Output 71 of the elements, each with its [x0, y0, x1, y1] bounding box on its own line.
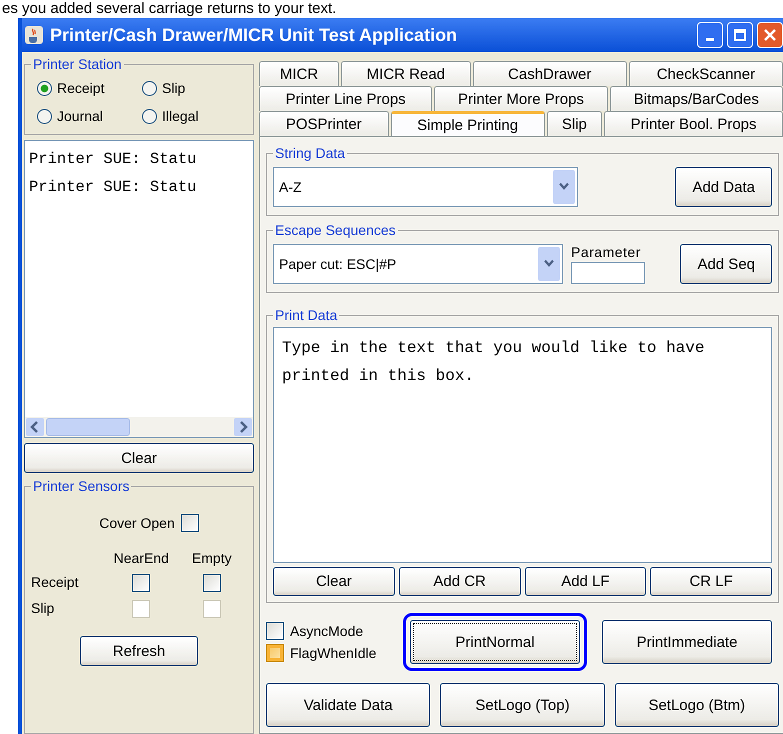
checkbox-option[interactable]: AsyncMode — [266, 622, 395, 640]
text-action-button[interactable]: CR LF — [650, 567, 772, 596]
row-label: Receipt — [31, 574, 80, 592]
add-seq-button[interactable]: Add Seq — [680, 244, 772, 284]
minimize-button[interactable] — [697, 22, 723, 48]
radio-button[interactable] — [37, 108, 52, 124]
tab[interactable]: Bitmaps/BarCodes — [610, 86, 783, 111]
checkbox-label: Cover Open — [99, 515, 175, 531]
close-button[interactable] — [757, 22, 783, 48]
radio-button[interactable] — [142, 108, 157, 124]
parameter-field[interactable] — [571, 262, 645, 284]
text-action-button[interactable]: Add CR — [398, 567, 520, 596]
scrollbar-thumb[interactable] — [46, 418, 130, 436]
group-title: Printer Station — [32, 56, 123, 72]
maximize-button[interactable] — [727, 22, 753, 48]
close-icon — [763, 28, 777, 42]
action-button[interactable]: SetLogo (Top) — [440, 683, 605, 727]
dropdown[interactable]: Paper cut: ESC|#P — [273, 244, 563, 284]
chevron-down-icon — [553, 170, 575, 204]
radio-button[interactable] — [37, 80, 52, 96]
tab[interactable]: CashDrawer — [472, 61, 627, 86]
group-title: Printer Sensors — [32, 478, 130, 494]
horizontal-scrollbar[interactable] — [25, 417, 253, 437]
tab[interactable]: Printer Bool. Props — [604, 111, 783, 136]
radio-option[interactable]: Slip — [142, 80, 247, 96]
caption-text: es you added several carriage returns to your text. — [1, 0, 338, 18]
tab[interactable]: Printer More Props — [434, 86, 608, 111]
scroll-right-icon[interactable] — [234, 418, 252, 436]
group-title: String Data — [274, 145, 346, 161]
field-label: Parameter — [571, 244, 642, 260]
radio-option[interactable]: Receipt — [37, 80, 142, 96]
tab[interactable]: Simple Printing — [390, 111, 545, 136]
scroll-left-icon[interactable] — [26, 418, 44, 436]
minimize-icon — [706, 38, 714, 40]
print-button[interactable]: PrintImmediate — [602, 620, 772, 664]
window-title: Printer/Cash Drawer/MICR Unit Test Application — [50, 24, 458, 46]
checkbox[interactable] — [266, 644, 284, 662]
column-header: NearEnd — [112, 550, 170, 566]
checkbox-option[interactable]: FlagWhenIdle — [266, 644, 395, 662]
tab[interactable]: POSPrinter — [259, 111, 388, 136]
add-data-button[interactable]: Add Data — [675, 167, 772, 207]
dropdown[interactable]: A-Z — [273, 167, 578, 207]
log-line: Printer SUE: Statu — [29, 149, 198, 170]
maximize-icon — [733, 28, 747, 42]
chevron-down-icon — [538, 247, 560, 281]
text-action-button[interactable]: Clear — [273, 567, 395, 596]
tab[interactable]: Printer Line Props — [259, 86, 432, 111]
group-title: Print Data — [274, 307, 338, 323]
action-button[interactable]: SetLogo (Btm) — [614, 683, 779, 727]
checkbox[interactable] — [266, 622, 284, 640]
checkbox[interactable] — [132, 574, 150, 592]
radio-button[interactable] — [142, 80, 157, 96]
refresh-button[interactable]: Refresh — [80, 636, 198, 666]
radio-option[interactable]: Journal — [37, 108, 142, 124]
group-title: Escape Sequences — [274, 222, 397, 238]
tab[interactable]: Slip — [546, 111, 602, 136]
text-action-button[interactable]: Add LF — [524, 567, 646, 596]
tab[interactable]: CheckScanner — [628, 61, 783, 86]
clear-button[interactable]: Clear — [24, 443, 254, 473]
row-label: Slip — [31, 600, 56, 618]
print-button[interactable]: PrintNormal — [410, 620, 580, 664]
log-line: Printer SUE: Statu — [29, 177, 198, 198]
column-header: Empty — [190, 550, 233, 566]
checkbox[interactable] — [180, 514, 199, 532]
action-button[interactable]: Validate Data — [266, 683, 430, 727]
tab[interactable]: MICR Read — [341, 61, 471, 86]
text-area[interactable]: Type in the text that you would like to have printed in this box. — [273, 327, 772, 563]
tab[interactable]: MICR — [259, 61, 340, 86]
cup-icon — [24, 25, 44, 45]
radio-option[interactable]: Illegal — [142, 108, 247, 124]
checkbox[interactable] — [202, 574, 221, 592]
